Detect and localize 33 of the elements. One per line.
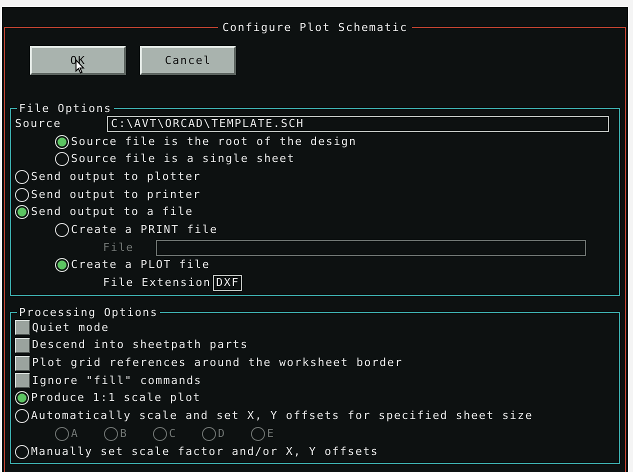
group-title: Processing Options	[18, 306, 160, 319]
option-label: A	[71, 426, 79, 441]
cancel-button[interactable]: Cancel	[140, 46, 236, 75]
option-label: E	[267, 426, 275, 441]
group-title: File Options	[18, 102, 113, 115]
option-label: Send output to plotter	[31, 170, 201, 184]
option-label: C	[169, 426, 177, 441]
option-label: Plot grid references around the worksheet border	[32, 356, 403, 370]
option-label: Automatically scale and set X, Y offsets for specified sheet size	[31, 409, 533, 424]
option-label: Produce 1:1 scale plot	[31, 391, 201, 406]
option-label: Source file is a single sheet	[71, 152, 295, 166]
checkbox[interactable]	[15, 356, 30, 371]
option-label: D	[218, 426, 226, 441]
option-label: Create a PLOT file	[71, 258, 210, 272]
input-field[interactable]: C:\AVT\ORCAD\TEMPLATE.SCH	[107, 116, 609, 132]
field-label: File	[103, 240, 134, 255]
option-label: Create a PRINT file	[71, 222, 218, 237]
option-label: Source file is the root of the design	[71, 134, 357, 149]
option-label: Quiet mode	[32, 320, 110, 335]
option-label: Ignore "fill" commands	[32, 374, 202, 388]
option-label: B	[120, 426, 128, 441]
option-label: Send output to a file	[31, 205, 194, 220]
field-label: File Extension	[103, 276, 212, 290]
checkbox[interactable]	[15, 338, 30, 353]
checkbox[interactable]	[15, 320, 30, 336]
option-label: Descend into sheetpath parts	[32, 338, 248, 352]
input-field[interactable]	[156, 240, 586, 256]
option-label: Send output to printer	[31, 188, 201, 202]
field-label: Source	[15, 116, 62, 131]
option-label: Manually set scale factor and/or X, Y offsets	[31, 444, 379, 459]
input-field[interactable]: DXF	[213, 275, 242, 292]
dialog-title: Configure Plot Schematic	[221, 21, 409, 34]
checkbox[interactable]	[15, 373, 30, 388]
